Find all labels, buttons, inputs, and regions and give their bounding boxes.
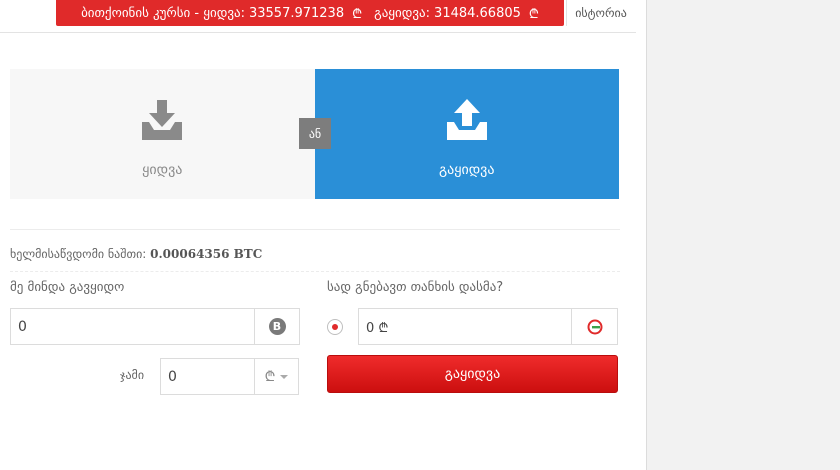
buy-rate-currency: ₾ (352, 7, 363, 22)
amount-label: მე მინდა გავყიდო (10, 280, 125, 295)
rate-prefix: ბითქოინის კურსი - ყიდვა: (81, 5, 245, 21)
balance-value: 0.00064356 BTC (150, 247, 263, 261)
destination-radio[interactable] (327, 319, 343, 335)
buy-rate: 33557.971238 (248, 5, 345, 21)
sell-rate-currency: ₾ (528, 7, 539, 22)
available-balance: ხელმისაწვდომი ნაშთი: 0.00064356 BTC (10, 247, 262, 261)
buy-mode-label: ყიდვა (142, 162, 183, 178)
or-badge: ან (299, 118, 331, 149)
lari-symbol: ₾ (264, 369, 276, 385)
bitcoin-icon: B (268, 318, 286, 335)
radio-dot (332, 324, 338, 330)
dashed-divider (10, 271, 620, 272)
history-link[interactable]: ისტორია (566, 0, 635, 26)
buy-mode-button[interactable]: ყიდვა (10, 69, 315, 199)
destination-value: 0 ₾ (366, 320, 389, 336)
download-tray-icon (142, 100, 183, 140)
total-input[interactable]: 0 (160, 358, 255, 395)
amount-value: 0 (18, 318, 27, 335)
chevron-down-icon (280, 374, 289, 379)
lari-wallet-icon (587, 319, 602, 334)
sell-rate: 31484.66805 (434, 5, 521, 21)
sell-mode-button[interactable]: გაყიდვა (314, 69, 619, 199)
sell-rate-label: გაყიდვა: (374, 5, 431, 21)
lari-wallet-addon (571, 308, 618, 345)
right-side-panel (646, 0, 840, 470)
section-divider (10, 229, 620, 230)
exchange-rate-bar: ბითქოინის კურსი - ყიდვა: 33557.971238 ₾ … (56, 0, 564, 26)
balance-label: ხელმისაწვდომი ნაშთი: (10, 247, 147, 261)
sell-button[interactable]: გაყიდვა (327, 355, 618, 393)
top-divider (0, 32, 636, 33)
upload-tray-icon (446, 99, 487, 140)
amount-input[interactable]: 0 (10, 308, 255, 345)
total-label: ჯამი (120, 368, 145, 382)
total-value: 0 (168, 368, 177, 385)
currency-select[interactable]: ₾ (254, 358, 299, 395)
destination-field: 0 ₾ (358, 308, 572, 345)
btc-currency-addon: B (254, 308, 300, 345)
destination-label: სად გნებავთ თანხის დასმა? (327, 280, 504, 295)
sell-mode-label: გაყიდვა (439, 162, 495, 178)
